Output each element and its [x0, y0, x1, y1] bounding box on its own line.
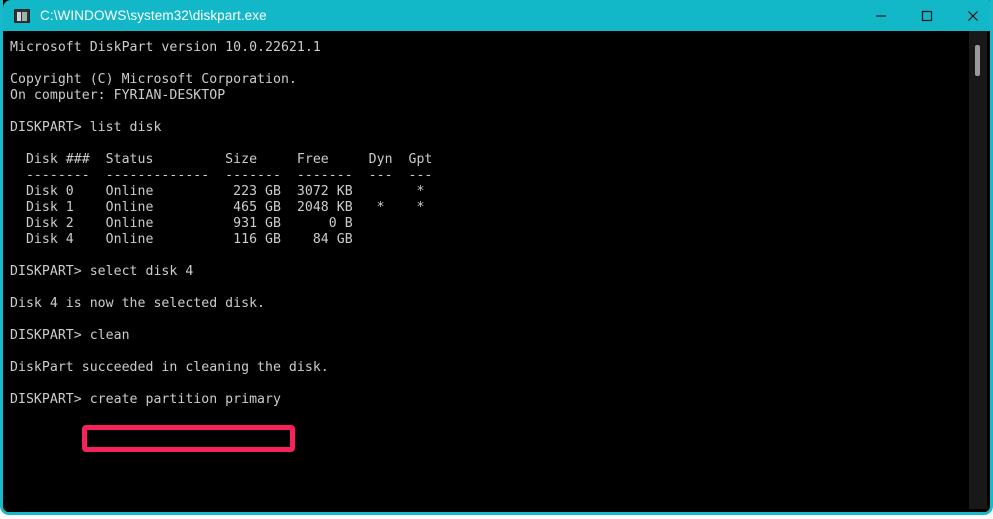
- window-title: C:\WINDOWS\system32\diskpart.exe: [40, 8, 267, 23]
- highlighted-command-box: [82, 425, 295, 452]
- close-button[interactable]: [950, 0, 990, 31]
- close-icon: [968, 10, 978, 21]
- maximize-icon: [921, 10, 933, 21]
- console-window: C:\WINDOWS\system32\diskpart.exe Microso…: [0, 0, 993, 515]
- maximize-button[interactable]: [904, 0, 950, 31]
- vertical-scroll-thumb[interactable]: [975, 45, 980, 76]
- vertical-scrollbar[interactable]: [969, 31, 987, 509]
- terminal-output-area[interactable]: Microsoft DiskPart version 10.0.22621.1 …: [3, 31, 990, 512]
- window-controls: [858, 0, 990, 31]
- minimize-icon: [876, 14, 886, 17]
- title-bar[interactable]: C:\WINDOWS\system32\diskpart.exe: [3, 0, 990, 31]
- console-icon: [14, 8, 30, 23]
- minimize-button[interactable]: [858, 0, 904, 31]
- terminal-text: Microsoft DiskPart version 10.0.22621.1 …: [10, 40, 433, 407]
